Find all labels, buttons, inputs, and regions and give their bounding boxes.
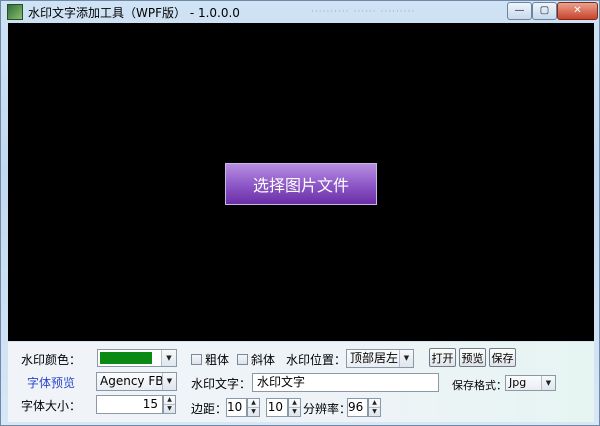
title-bar-faint-text: ·········· ······ ········· xyxy=(311,7,416,17)
save-button[interactable]: 保存 xyxy=(489,348,516,367)
resolution-input[interactable]: 96 xyxy=(347,398,368,417)
chevron-down-icon[interactable]: ▼ xyxy=(161,350,176,366)
save-format-select[interactable]: Jpg ▼ xyxy=(505,375,556,391)
margin-x-input[interactable]: 10 xyxy=(226,398,247,417)
margin-label: 边距： xyxy=(191,402,228,416)
bold-checkbox[interactable] xyxy=(191,354,202,365)
title-bar[interactable]: 水印文字添加工具（WPF版） - 1.0.0.0 ·········· ····… xyxy=(1,1,599,23)
chevron-down-icon[interactable]: ▼ xyxy=(399,350,413,367)
settings-panel: 水印颜色： ▼ 粗体 斜体 水印位置： 顶部居左 ▼ 打开 预览 保存 字体预览… xyxy=(8,342,594,422)
position-value: 顶部居左 xyxy=(350,351,399,365)
position-label: 水印位置： xyxy=(286,353,347,367)
open-button[interactable]: 打开 xyxy=(429,348,456,367)
app-icon xyxy=(7,4,23,20)
margin-y-input[interactable]: 10 xyxy=(266,398,288,417)
window-title: 水印文字添加工具（WPF版） - 1.0.0.0 xyxy=(28,6,240,20)
save-format-value: Jpg xyxy=(509,376,527,389)
font-size-spinner[interactable]: ▲ ▼ xyxy=(163,395,176,414)
italic-label: 斜体 xyxy=(251,353,276,367)
image-canvas[interactable]: 选择图片文件 xyxy=(8,23,594,341)
bold-label: 粗体 xyxy=(205,353,230,367)
select-image-button[interactable]: 选择图片文件 xyxy=(225,163,377,205)
watermark-text-label: 水印文字： xyxy=(191,377,252,391)
chevron-down-icon[interactable]: ▼ xyxy=(162,373,176,390)
preview-button[interactable]: 预览 xyxy=(459,348,486,367)
chevron-down-icon[interactable]: ▼ xyxy=(541,376,555,390)
color-swatch xyxy=(100,352,152,364)
app-window: 水印文字添加工具（WPF版） - 1.0.0.0 ·········· ····… xyxy=(0,0,600,426)
save-format-label: 保存格式： xyxy=(452,379,507,392)
position-select[interactable]: 顶部居左 ▼ xyxy=(346,349,414,368)
font-size-label: 字体大小： xyxy=(21,399,82,413)
font-preview-label: 字体预览 xyxy=(27,376,76,390)
margin-x-spinner[interactable]: ▲ ▼ xyxy=(247,398,260,417)
resolution-label: 分辨率： xyxy=(303,402,352,416)
watermark-color-label: 水印颜色： xyxy=(21,353,82,367)
margin-y-spinner[interactable]: ▲ ▼ xyxy=(288,398,301,417)
watermark-text-input[interactable]: 水印文字 xyxy=(252,373,439,392)
italic-checkbox[interactable] xyxy=(237,354,248,365)
close-button[interactable]: ✕ xyxy=(557,2,598,20)
resolution-spinner[interactable]: ▲ ▼ xyxy=(368,398,381,417)
font-family-select[interactable]: Agency FB ▼ xyxy=(96,372,177,391)
minimize-button[interactable]: — xyxy=(507,2,532,20)
font-family-value: Agency FB xyxy=(100,374,164,388)
maximize-button[interactable]: ▢ xyxy=(532,2,557,20)
watermark-color-picker[interactable]: ▼ xyxy=(97,349,177,367)
font-size-input[interactable]: 15 xyxy=(96,395,163,414)
